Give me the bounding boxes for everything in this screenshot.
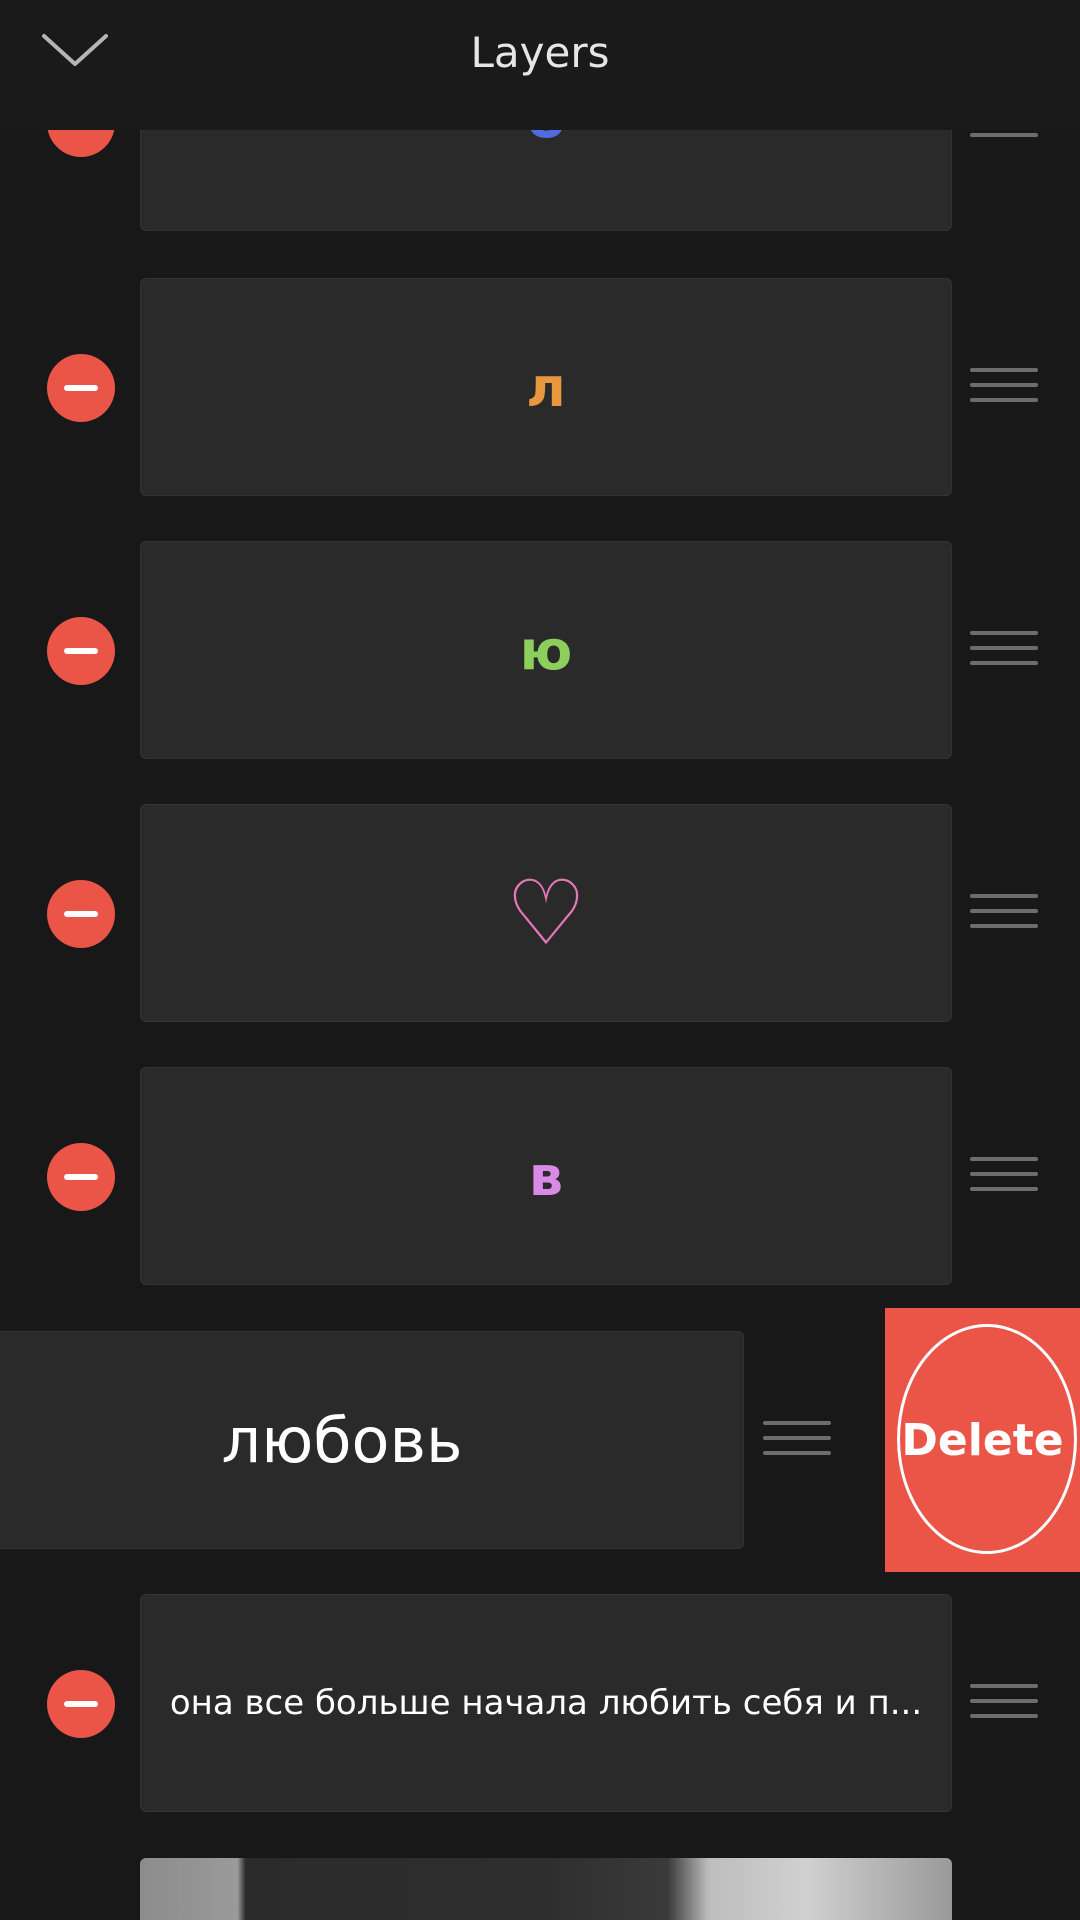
drag-handle-icon[interactable]	[970, 894, 1038, 934]
layer-text: она все больше начала любить себя и п...	[169, 1683, 923, 1723]
remove-layer-button[interactable]	[47, 354, 115, 422]
layer-card[interactable]: она все больше начала любить себя и п...	[140, 1594, 952, 1812]
drag-handle-icon[interactable]	[970, 631, 1038, 671]
delete-button[interactable]: Delete	[885, 1308, 1080, 1572]
drag-handle-icon[interactable]	[970, 1157, 1038, 1197]
layer-card[interactable]: ♡	[140, 804, 952, 1022]
layer-text: в	[528, 1144, 564, 1208]
image-layer-thumbnail[interactable]	[140, 1858, 952, 1920]
layer-text: л	[526, 355, 566, 419]
remove-layer-button[interactable]	[47, 1143, 115, 1211]
header: Layers	[0, 0, 1080, 130]
remove-layer-button[interactable]	[47, 617, 115, 685]
delete-label: Delete	[901, 1414, 1064, 1466]
remove-layer-button[interactable]	[47, 880, 115, 948]
drag-handle-icon[interactable]	[763, 1421, 831, 1461]
remove-layer-button[interactable]	[47, 1670, 115, 1738]
layers-screen: Layers б л ю ♡ в	[0, 0, 1080, 1920]
layer-card[interactable]: ю	[140, 541, 952, 759]
drag-handle-icon[interactable]	[970, 1684, 1038, 1724]
layer-card[interactable]: л	[140, 278, 952, 496]
layer-row: ю	[0, 541, 1080, 759]
layer-card[interactable]: любовь	[0, 1331, 744, 1549]
layer-row-swiped: любовь Delete	[0, 1308, 1080, 1572]
page-title: Layers	[470, 28, 610, 77]
layer-row: она все больше начала любить себя и п...	[0, 1594, 1080, 1812]
layer-text: ♡	[505, 860, 587, 966]
layer-row: ♡	[0, 804, 1080, 1022]
layer-row: в	[0, 1067, 1080, 1285]
layer-text: любовь	[221, 1403, 463, 1477]
layer-row: л	[0, 278, 1080, 496]
drag-handle-icon[interactable]	[970, 368, 1038, 408]
layer-text: ю	[519, 618, 573, 682]
layer-card[interactable]: в	[140, 1067, 952, 1285]
